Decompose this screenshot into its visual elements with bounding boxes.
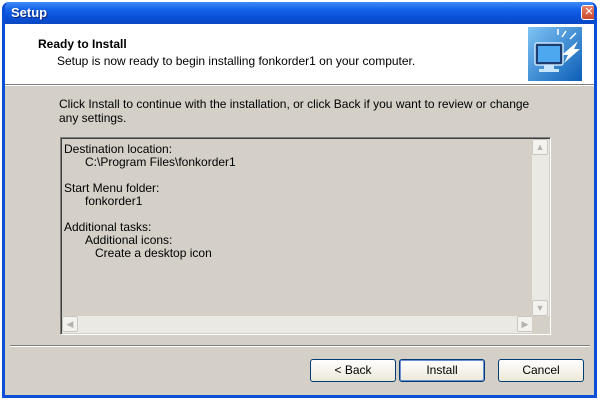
title-bar[interactable]: Setup ✕ [5,2,594,24]
cancel-button[interactable]: Cancel [498,359,584,382]
setup-window: Setup ✕ Ready to Install Setup is now re… [2,2,597,398]
close-icon[interactable]: ✕ [581,5,594,20]
setup-monitor-icon [528,27,582,81]
footer-divider-highlight [10,346,590,347]
scroll-up-icon[interactable]: ▲ [532,139,548,155]
memo-content: Destination location: C:\Program Files\f… [64,143,236,260]
instruction-text: Click Install to continue with the insta… [59,97,530,125]
tasks-item: Create a desktop icon [95,246,212,260]
scroll-left-icon[interactable]: ◀ [62,316,78,332]
start-menu-value: fonkorder1 [85,194,143,208]
destination-value: C:\Program Files\fonkorder1 [85,155,236,169]
install-button[interactable]: Install [399,359,485,382]
header-divider-highlight [5,85,594,86]
back-button[interactable]: < Back [310,359,396,382]
scrollbar-corner [532,316,549,333]
scroll-down-icon[interactable]: ▼ [532,300,548,316]
window-title: Setup [11,5,48,20]
ready-memo[interactable]: Destination location: C:\Program Files\f… [60,137,551,335]
scroll-right-icon[interactable]: ▶ [517,316,533,332]
page-subtitle: Setup is now ready to begin installing f… [57,54,416,68]
wizard-header: Ready to Install Setup is now ready to b… [5,24,594,84]
page-title: Ready to Install [38,37,127,51]
horizontal-scrollbar[interactable]: ◀ ▶ [62,316,533,333]
vertical-scrollbar[interactable]: ▲ ▼ [532,139,549,316]
